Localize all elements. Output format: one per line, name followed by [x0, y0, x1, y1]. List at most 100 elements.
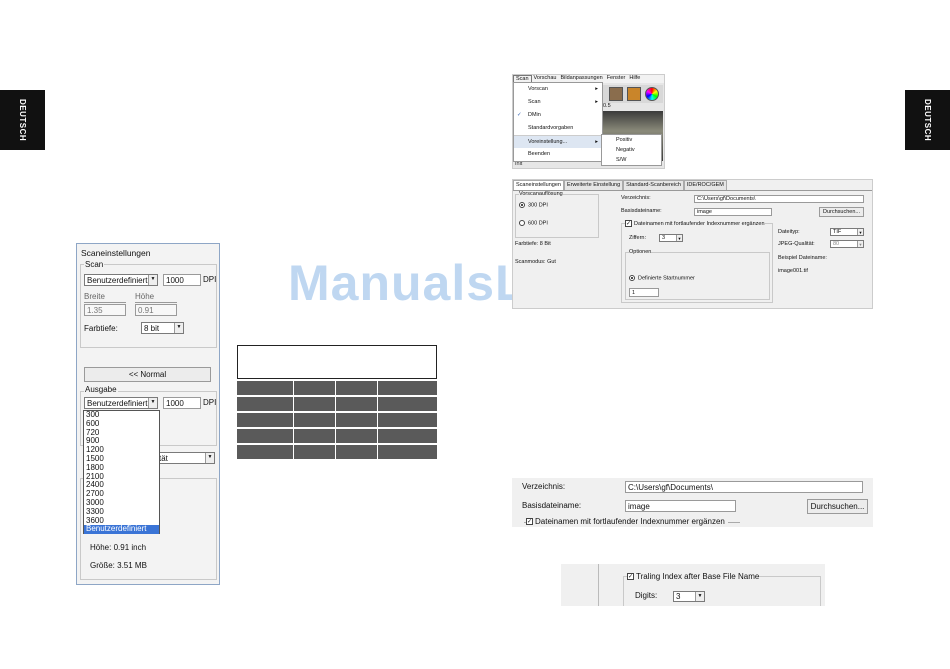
menu-item[interactable]: Standardvorgaben: [514, 122, 602, 135]
menubar-item[interactable]: Fenster: [605, 75, 628, 83]
checkmark-icon: ✓: [517, 112, 522, 118]
table-cell: [336, 381, 377, 395]
example-label: Beispiel Dateiname:: [778, 255, 827, 261]
scanmode-text: Scanmodus: Gut: [515, 259, 556, 265]
output-group-label: Ausgabe: [84, 385, 118, 394]
divider: [135, 302, 177, 303]
scan-menu: Vorscan ▸ Scan ▸ ✓ DMin Standardvorgaben Vorein…: [513, 82, 603, 162]
dpi-label: DPI: [203, 275, 217, 284]
menu-item-label: Vorscan: [528, 86, 548, 92]
folder-crop: Verzeichnis: C:\Users\gf\Documents\ Basi…: [512, 478, 873, 527]
browse-button[interactable]: Durchsuchen...: [807, 499, 868, 514]
digits-select[interactable]: 3 ▼: [659, 234, 683, 242]
browse-button[interactable]: Durchsuchen...: [819, 207, 864, 217]
quality-select[interactable]: tät ▼: [156, 452, 215, 464]
radio-600-label: 600 DPI: [528, 220, 548, 227]
chevron-down-icon: ▼: [205, 453, 214, 463]
jpeg-select[interactable]: 80 ▼: [830, 240, 864, 248]
radio-icon: [629, 275, 635, 281]
base-label: Basisdateiname:: [621, 208, 662, 214]
base-name-field[interactable]: image: [694, 208, 772, 216]
folder-label: Verzeichnis:: [522, 482, 566, 491]
table-cell: [378, 381, 437, 395]
settings-tab[interactable]: IDE/ROC/GEM: [683, 180, 727, 190]
menu-item[interactable]: Vorscan ▸: [514, 83, 602, 96]
table-cell: [378, 429, 437, 443]
menu-item[interactable]: Scan ▸: [514, 96, 602, 109]
trailing-index-crop: ✓ Traling Index after Base File Name Digi…: [561, 564, 825, 606]
table-cell: [294, 381, 335, 395]
submenu-item[interactable]: Positiv: [602, 135, 661, 145]
depth-text: Farbtiefe: 8 Bit: [515, 241, 551, 247]
menu-item[interactable]: Voreinstellung... ▸: [514, 135, 602, 148]
start-number-field[interactable]: 1: [629, 288, 659, 297]
filetype-value: TIF: [833, 229, 842, 235]
filetype-select[interactable]: TIF ▼: [830, 228, 864, 236]
scan-group-label: Scan: [84, 260, 105, 269]
index-checkbox-label: Dateinamen mit fortlaufender Indexnummer…: [535, 517, 725, 526]
normal-mode-button[interactable]: << Normal: [84, 367, 211, 382]
side-tab-right: DEUTSCH: [905, 90, 950, 150]
trailing-checkbox[interactable]: ✓ Traling Index after Base File Name: [627, 572, 760, 581]
settings-tab[interactable]: Scaneinstellungen: [513, 180, 564, 190]
chevron-down-icon: ▼: [857, 241, 863, 247]
index-checkbox[interactable]: ✓ Dateinamen mit fortlaufender Indexnumme…: [625, 220, 765, 227]
width-field[interactable]: 1.35: [84, 304, 126, 316]
checkbox-icon: ✓: [627, 573, 634, 581]
scan-resolution-value: Benutzerdefiniert: [87, 276, 148, 285]
scan-settings-panel: Scaneinstellungen Scan Benutzerdefiniert…: [76, 243, 220, 585]
options-label: Optionen: [629, 249, 652, 255]
chevron-down-icon: ▼: [174, 323, 183, 333]
table-cell: [237, 445, 293, 459]
table-cell: [378, 413, 437, 427]
scan-dpi-input[interactable]: 1000: [163, 274, 201, 286]
table-cell: [237, 429, 293, 443]
output-resolution-select[interactable]: Benutzerdefiniert ▼: [84, 397, 158, 409]
settings-tab[interactable]: Standard-Scanbereich: [623, 180, 684, 190]
digits-value: 3: [662, 235, 666, 241]
base-name-field[interactable]: image: [625, 500, 736, 512]
table-cell: [336, 397, 377, 411]
digits-label: Ziffern:: [629, 235, 647, 241]
start-number-radio[interactable]: Definierte Startnummer: [629, 275, 695, 281]
digits-select[interactable]: 3 ▼: [673, 591, 705, 602]
menu-item-label: Scan: [528, 99, 541, 105]
output-dpi-input[interactable]: 1000: [163, 397, 201, 409]
dropdown-option[interactable]: Benutzerdefiniert: [84, 525, 159, 535]
color-wheel-icon[interactable]: [645, 87, 659, 101]
color-depth-select[interactable]: 8 bit ▼: [141, 322, 184, 334]
resolution-dropdown-list: 300 600 720 900 1200 1500 1800 2100 2400 2700 3000…: [83, 410, 160, 535]
chevron-down-icon: ▼: [148, 275, 157, 285]
digits-value: 3: [676, 592, 681, 601]
menu-item[interactable]: ✓ DMin: [514, 109, 602, 122]
scan-resolution-select[interactable]: Benutzerdefiniert ▼: [84, 274, 158, 286]
panel-title: Scaneinstellungen: [81, 248, 151, 258]
chevron-down-icon: ▼: [695, 592, 704, 601]
scanner-icon[interactable]: [609, 87, 623, 101]
radio-icon: [519, 220, 525, 226]
submenu-arrow-icon: ▸: [595, 86, 598, 92]
index-checkbox[interactable]: ✓ Dateinamen mit fortlaufender Indexnumme…: [526, 517, 728, 526]
divider: [84, 302, 126, 303]
radio-600[interactable]: 600 DPI: [519, 220, 548, 226]
menu-item[interactable]: Beenden: [514, 148, 602, 161]
checkbox-icon: ✓: [526, 518, 533, 526]
radio-300[interactable]: 300 DPI: [519, 202, 548, 208]
menu-item-label: Beenden: [528, 151, 551, 157]
side-tab-left: DEUTSCH: [0, 90, 45, 150]
folder-field[interactable]: C:\Users\gf\Documents\: [694, 195, 864, 203]
settings-tab[interactable]: Erweiterte Einstellung: [563, 180, 624, 190]
menubar-item[interactable]: Hilfe: [627, 75, 642, 83]
table-cell: [378, 445, 437, 459]
submenu-item[interactable]: Negativ: [602, 145, 661, 155]
side-tab-label: DEUTSCH: [923, 98, 932, 142]
preview-res-label: Vorscanauflösung: [519, 191, 563, 197]
film-icon[interactable]: [627, 87, 641, 101]
folder-label: Verzeichnis:: [621, 195, 651, 201]
submenu-item[interactable]: S/W: [602, 155, 661, 165]
preview-res-group: [515, 194, 599, 238]
folder-field[interactable]: C:\Users\gf\Documents\: [625, 481, 863, 493]
width-label: Breite: [84, 292, 105, 301]
height-field[interactable]: 0.91: [135, 304, 177, 316]
menu-item-label: DMin: [528, 112, 541, 118]
